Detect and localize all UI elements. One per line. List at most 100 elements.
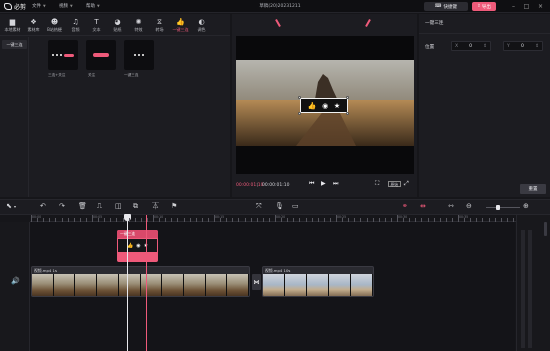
delete-icon[interactable]: 🗑 — [78, 202, 87, 211]
shortcut-button[interactable]: ⌨ 快捷键 — [424, 2, 468, 11]
menu-help-label: 帮助 — [86, 4, 95, 9]
tab-library[interactable]: ❖ 素材库 — [23, 14, 44, 36]
ruler-tick — [49, 218, 50, 222]
undo-icon[interactable]: ↶ — [40, 202, 46, 211]
ruler-tick — [268, 218, 270, 222]
position-x-input[interactable]: X 0 ⇕ — [451, 41, 491, 51]
ruler-tick — [140, 218, 142, 222]
template-card-triple-follow[interactable] — [48, 40, 78, 70]
select-tool-icon[interactable]: ⬉ — [6, 202, 12, 211]
ruler-tick — [122, 218, 124, 222]
ruler-tick — [323, 218, 325, 222]
ruler-tick — [348, 218, 349, 222]
export-button[interactable]: ⇪ 导出 — [472, 2, 496, 11]
crop-clip-icon[interactable]: ◫ — [115, 202, 122, 211]
chevron-down-icon: ▼ — [97, 4, 100, 8]
properties-title: 一键三连 — [425, 21, 444, 26]
ruler-tick — [159, 218, 160, 222]
template-card-follow[interactable] — [86, 40, 116, 70]
ruler-tick — [445, 218, 447, 222]
microphone-icon[interactable]: 🎙 — [275, 202, 284, 211]
text-icon: T — [94, 17, 99, 26]
template-card-triple[interactable] — [124, 40, 154, 70]
link-icon[interactable]: ⚭ — [402, 202, 408, 211]
resize-handle[interactable] — [346, 96, 349, 99]
media-tabs: ▆ 本地素材 ❖ 素材库 ☻ B站热梗 ♫ 音频 T 文本 ◕ 贴纸 ✺ 特效 ⧖ 转场 👍 一键… — [0, 14, 230, 36]
mirror-icon[interactable]: ⏄ — [152, 202, 159, 211]
zoom-slider[interactable] — [486, 207, 520, 208]
maximize-icon[interactable]: □ — [522, 2, 531, 11]
ruler-tick — [421, 218, 422, 222]
resize-handle[interactable] — [298, 96, 301, 99]
video-clip-2[interactable]: 视频.mp4 10s — [262, 266, 374, 297]
ruler-tick — [384, 218, 386, 222]
ruler-tick — [482, 218, 483, 222]
position-y-input[interactable]: Y 0 ⇕ — [503, 41, 543, 51]
clip-thumbnails — [263, 274, 373, 296]
ruler-tick — [439, 218, 441, 222]
tab-label: 转场 — [155, 26, 164, 32]
marker-icon[interactable]: ⚑ — [171, 202, 177, 211]
tab-effects[interactable]: ✺ 特效 — [128, 14, 149, 36]
chevron-down-icon: ▼ — [70, 4, 73, 8]
next-frame-icon[interactable]: ⏭ — [333, 180, 338, 188]
playhead-line[interactable] — [127, 215, 128, 351]
menu-file[interactable]: 文件 ▼ — [32, 3, 46, 9]
menu-file-label: 文件 — [32, 4, 41, 9]
effect-icon: ✺ — [135, 17, 142, 26]
fit-icon[interactable]: ⇿ — [448, 202, 454, 211]
coin-icon: ◉ — [322, 101, 329, 110]
video-clip-1[interactable]: 视频.mp4 1s — [31, 266, 250, 297]
y-value: 0 — [521, 43, 524, 49]
resize-handle[interactable] — [346, 112, 349, 115]
ruler-tick — [262, 218, 264, 222]
zoom-slider-knob[interactable] — [496, 205, 500, 210]
tab-label: 音频 — [71, 26, 80, 32]
tab-text[interactable]: T 文本 — [86, 14, 107, 36]
close-icon[interactable]: × — [536, 2, 545, 11]
freeze-icon[interactable]: ⧉ — [133, 202, 138, 211]
ruler-tick — [250, 218, 252, 222]
tab-triple[interactable]: 👍 一键三连 — [170, 14, 191, 36]
transition-marker[interactable]: ⋈ — [252, 274, 261, 290]
zoom-out-icon[interactable]: ⊖ — [466, 202, 472, 211]
fullscreen-icon[interactable]: ⤢ — [404, 180, 409, 188]
record-icon[interactable]: ▭ — [292, 202, 299, 211]
ratio-button[interactable]: 原始 — [388, 181, 401, 187]
minimize-icon[interactable]: – — [509, 2, 518, 11]
triple-sticker-overlay[interactable]: 👍 ◉ ★ — [300, 98, 348, 113]
redo-icon[interactable]: ↷ — [59, 202, 65, 211]
ruler-tick — [37, 218, 38, 222]
speaker-icon[interactable]: 🔊 — [11, 277, 20, 285]
category-item-triple[interactable]: 一键三连 — [2, 40, 27, 49]
tab-sticker[interactable]: ◕ 贴纸 — [107, 14, 128, 36]
resize-handle[interactable] — [298, 112, 301, 115]
timeline-scrollbar[interactable] — [544, 222, 547, 236]
tab-memes[interactable]: ☻ B站热梗 — [44, 14, 65, 36]
tab-color[interactable]: ◐ 调色 — [191, 14, 212, 36]
audio-icon: ♫ — [72, 17, 79, 26]
reset-button[interactable]: 重置 — [520, 184, 546, 194]
tab-audio[interactable]: ♫ 音频 — [65, 14, 86, 36]
tab-transition[interactable]: ⧖ 转场 — [149, 14, 170, 36]
ruler-tick — [433, 218, 435, 222]
zoom-in-icon[interactable]: ⊕ — [523, 202, 529, 211]
keyboard-icon: ⌨ — [435, 4, 442, 9]
playhead-handle[interactable] — [124, 214, 131, 221]
ruler-tick — [116, 218, 117, 222]
ruler-tick — [92, 215, 93, 222]
split-icon[interactable]: ⎍ — [97, 202, 102, 211]
ruler-tick — [403, 218, 404, 222]
chevron-down-icon[interactable]: ▾ — [14, 202, 16, 211]
x-value: 0 — [469, 43, 473, 49]
ruler-tick — [360, 218, 361, 222]
snap-icon[interactable]: ⇹ — [420, 202, 426, 211]
play-icon[interactable]: ▶ — [321, 180, 326, 187]
position-label: 位置 — [425, 45, 435, 50]
tab-local-media[interactable]: ▆ 本地素材 — [2, 14, 23, 36]
crop-icon[interactable]: ⛶ — [375, 180, 379, 188]
menu-video[interactable]: 视频 ▼ — [59, 3, 73, 9]
magnet-icon[interactable]: ⤧ — [256, 202, 262, 211]
menu-help[interactable]: 帮助 ▼ — [86, 3, 100, 9]
prev-frame-icon[interactable]: ⏮ — [309, 180, 314, 188]
